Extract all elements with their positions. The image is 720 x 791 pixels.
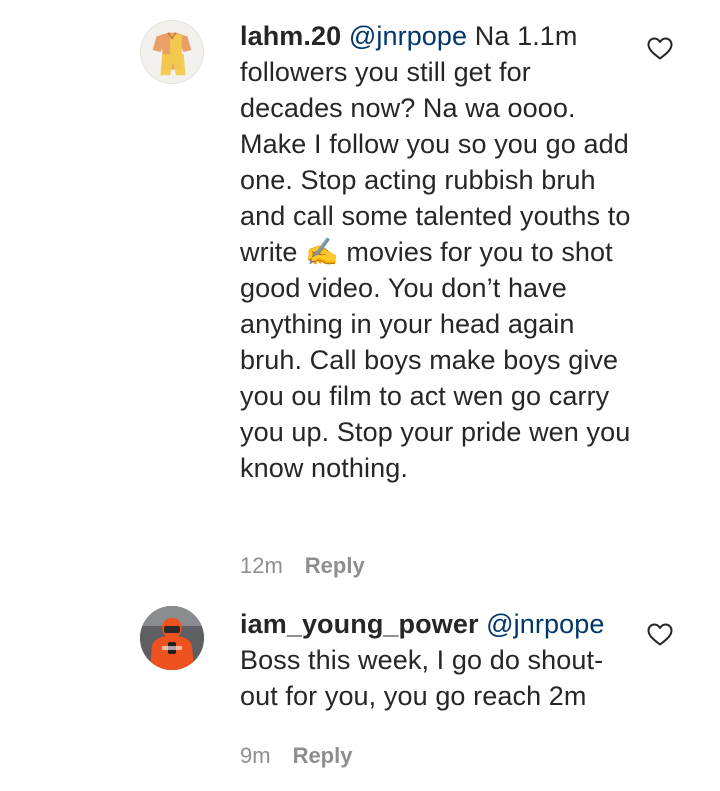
comment-timestamp: 12m <box>240 553 283 578</box>
comment-body: Na 1.1m followers you still get for deca… <box>240 21 631 483</box>
comment-meta: 12m Reply <box>240 552 365 580</box>
comment-body: Boss this week, I go do shout-out for yo… <box>240 645 604 711</box>
heart-outline-icon[interactable] <box>647 623 673 647</box>
comment-meta: 9m Reply <box>240 742 352 770</box>
avatar[interactable] <box>140 606 204 670</box>
avatar-person-image <box>140 606 204 670</box>
comment-text: lahm.20 @jnrpope Na 1.1m followers you s… <box>240 18 635 486</box>
reply-button[interactable]: Reply <box>305 553 365 578</box>
comment-username[interactable]: lahm.20 <box>240 21 341 51</box>
avatar[interactable] <box>140 20 204 84</box>
comment-mention[interactable]: @jnrpope <box>349 21 467 51</box>
comment-timestamp: 9m <box>240 743 271 768</box>
comment-text: iam_young_power @jnrpope Boss this week,… <box>240 606 635 714</box>
heart-outline-icon[interactable] <box>647 37 673 61</box>
comment-mention[interactable]: @jnrpope <box>486 609 604 639</box>
reply-button[interactable]: Reply <box>293 743 353 768</box>
comment-username[interactable]: iam_young_power <box>240 609 479 639</box>
avatar-clothing-image <box>141 21 203 83</box>
